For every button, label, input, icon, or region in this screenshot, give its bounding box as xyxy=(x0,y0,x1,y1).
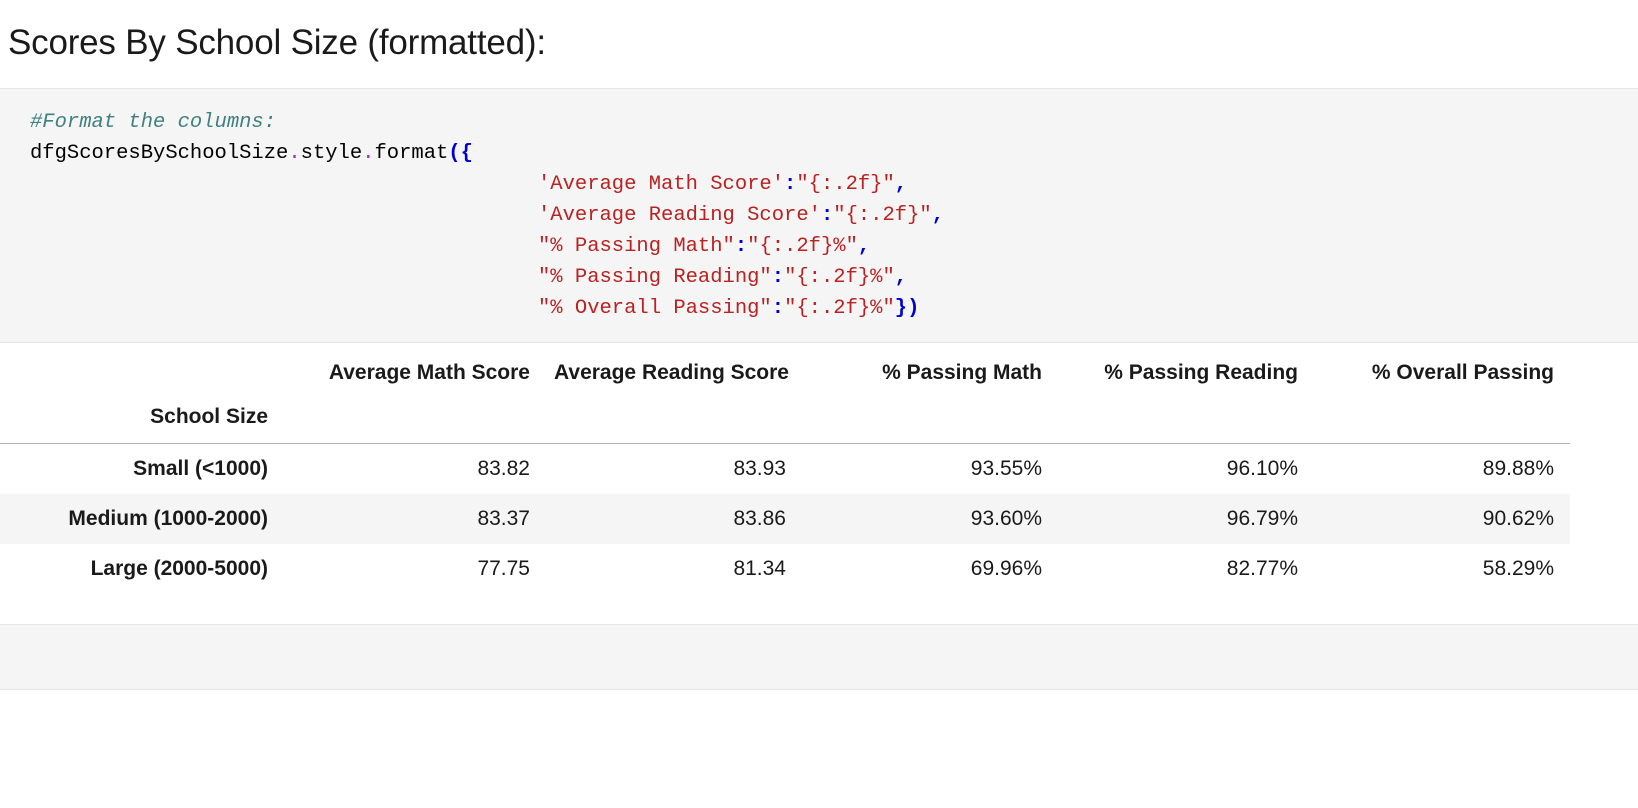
code-entry-colon: : xyxy=(734,235,748,258)
code-open-paren-brace: ({ xyxy=(448,142,473,165)
code-entry-value: "{:.2f}%" xyxy=(784,297,895,320)
cell-percent-passing-reading: 82.77% xyxy=(1226,557,1298,580)
code-entry-trail: , xyxy=(931,204,944,227)
code-entry-value: "{:.2f}" xyxy=(796,173,895,196)
code-entry-trail: , xyxy=(894,173,908,196)
index-row-spacer xyxy=(1314,395,1570,444)
code-entry-colon: : xyxy=(784,173,797,196)
table-row: Small (<1000) 83.82 83.93 93.55% 96.10% … xyxy=(0,444,1570,495)
cell-percent-overall-passing: 90.62% xyxy=(1314,494,1570,544)
cell-percent-overall-passing: 58.29% xyxy=(1482,557,1554,580)
cell-percent-passing-math: 69.96% xyxy=(970,557,1042,580)
table-head: Average Math Score Average Reading Score… xyxy=(0,343,1570,444)
index-row-spacer xyxy=(1058,395,1314,444)
code-dot-2: . xyxy=(362,142,375,165)
cell-average-math-score: 77.75 xyxy=(477,557,530,580)
code-line-entry-4: "% Overall Passing":"{:.2f}%"}) xyxy=(30,293,1638,324)
header-corner-blank xyxy=(0,343,290,395)
index-row-spacer xyxy=(290,395,546,444)
code-entry-value: "{:.2f}%" xyxy=(747,235,858,258)
page-title: Scores By School Size (formatted): xyxy=(8,23,546,62)
column-header-percent-overall-passing: % Overall Passing xyxy=(1371,361,1554,384)
row-label-medium: Medium (1000-2000) xyxy=(0,494,290,544)
code-line-entry-0: 'Average Math Score':"{:.2f}", xyxy=(30,169,1638,200)
code-input-cell[interactable]: #Format the columns: dfgScoresBySchoolSi… xyxy=(0,88,1638,343)
code-entry-value: "{:.2f}%" xyxy=(784,266,895,289)
table-header-row-index-name: School Size xyxy=(0,395,1570,444)
code-comment: #Format the columns: xyxy=(30,111,277,134)
code-attr-format: format xyxy=(374,142,449,165)
code-entry-key: "% Overall Passing" xyxy=(538,297,772,320)
column-header-percent-passing-reading: % Passing Reading xyxy=(1104,361,1298,384)
cell-average-reading-score: 83.93 xyxy=(733,457,786,480)
code-entry-value: "{:.2f}" xyxy=(833,204,932,227)
table-body: Small (<1000) 83.82 83.93 93.55% 96.10% … xyxy=(0,444,1570,595)
table-header-row-columns: Average Math Score Average Reading Score… xyxy=(0,343,1570,395)
cell-average-math-score: 83.82 xyxy=(477,457,530,480)
cell-percent-passing-reading: 96.10% xyxy=(1226,457,1298,480)
code-dot-1: . xyxy=(288,142,301,165)
code-entry-key: 'Average Math Score' xyxy=(538,173,785,196)
code-object-name: dfgScoresBySchoolSize xyxy=(30,142,289,165)
code-line-entry-2: "% Passing Math":"{:.2f}%", xyxy=(30,231,1638,262)
code-entry-key: 'Average Reading Score' xyxy=(538,204,821,227)
row-label-large: Large (2000-5000) xyxy=(90,557,268,580)
index-row-spacer xyxy=(546,395,802,444)
code-line-comment: #Format the columns: xyxy=(30,107,1638,138)
cell-percent-overall-passing: 89.88% xyxy=(1482,457,1554,480)
cell-percent-passing-reading: 96.79% xyxy=(1058,494,1314,544)
table-row: Large (2000-5000) 77.75 81.34 69.96% 82.… xyxy=(0,544,1570,594)
column-header-percent-passing-math: % Passing Math xyxy=(882,361,1042,384)
code-line-entry-1: 'Average Reading Score':"{:.2f}", xyxy=(30,200,1638,231)
table-row: Medium (1000-2000) 83.37 83.86 93.60% 96… xyxy=(0,494,1570,544)
code-entry-colon: : xyxy=(820,204,834,227)
cell-average-reading-score: 81.34 xyxy=(733,557,786,580)
index-name-school-size: School Size xyxy=(0,395,290,444)
code-entry-colon: : xyxy=(771,266,785,289)
code-entry-key: "% Passing Math" xyxy=(538,235,735,258)
row-label-small: Small (<1000) xyxy=(133,457,268,480)
cell-average-reading-score: 83.86 xyxy=(546,494,802,544)
code-entry-trail: }) xyxy=(894,297,920,320)
column-header-average-math-score: Average Math Score xyxy=(328,361,530,384)
code-entry-key: "% Passing Reading" xyxy=(538,266,772,289)
code-entry-colon: : xyxy=(771,297,785,320)
index-row-spacer xyxy=(802,395,1058,444)
code-line-call: dfgScoresBySchoolSize.style.format({ xyxy=(30,138,1638,169)
code-entry-trail: , xyxy=(857,235,871,258)
empty-code-cell[interactable] xyxy=(0,624,1638,690)
code-attr-style: style xyxy=(300,142,363,165)
scores-by-school-size-table: Average Math Score Average Reading Score… xyxy=(0,343,1570,594)
code-line-entry-3: "% Passing Reading":"{:.2f}%", xyxy=(30,262,1638,293)
cell-percent-passing-math: 93.55% xyxy=(970,457,1042,480)
cell-average-math-score: 83.37 xyxy=(290,494,546,544)
dataframe-output: Average Math Score Average Reading Score… xyxy=(0,343,1638,594)
cell-percent-passing-math: 93.60% xyxy=(802,494,1058,544)
code-entry-trail: , xyxy=(894,266,908,289)
column-header-average-reading-score: Average Reading Score xyxy=(554,361,789,384)
